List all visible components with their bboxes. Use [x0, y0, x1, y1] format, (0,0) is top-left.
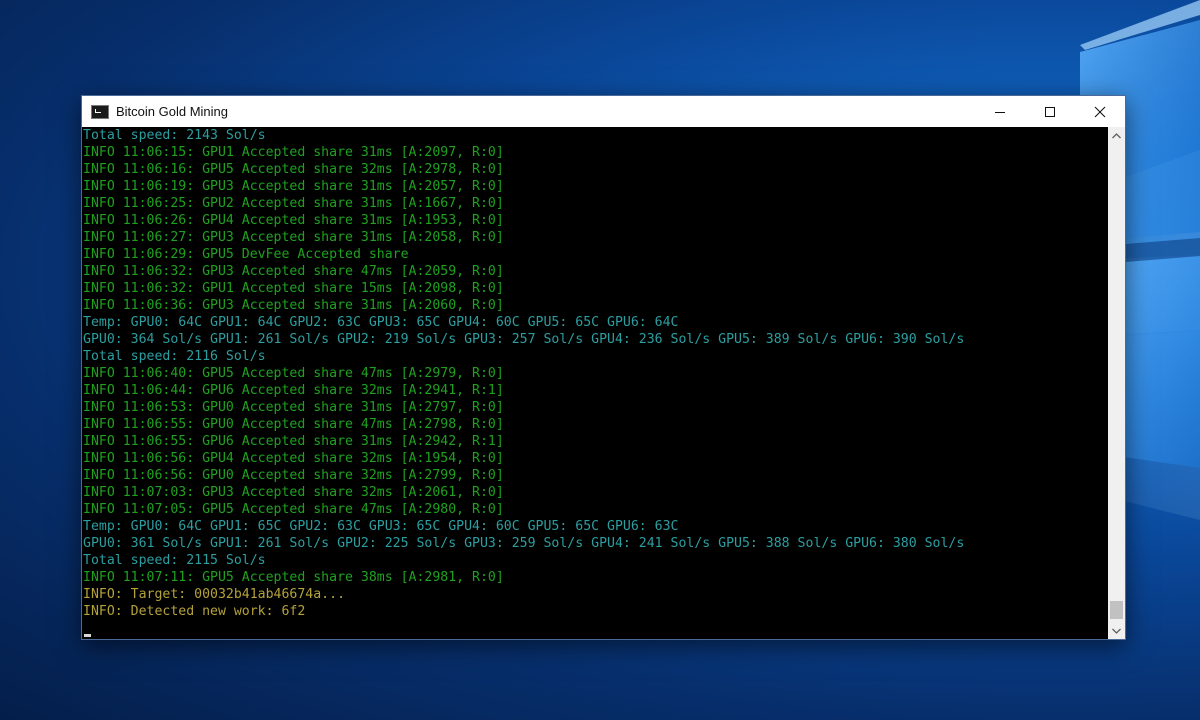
console-line: INFO 11:06:40: GPU5 Accepted share 47ms … — [83, 366, 504, 381]
console-line: INFO 11:07:03: GPU3 Accepted share 32ms … — [83, 485, 504, 500]
console-line: INFO 11:06:32: GPU3 Accepted share 47ms … — [83, 264, 504, 279]
maximize-button[interactable] — [1025, 96, 1075, 127]
scroll-up-button[interactable] — [1108, 127, 1125, 144]
title-bar[interactable]: Bitcoin Gold Mining — [82, 96, 1125, 127]
console-line: INFO 11:06:55: GPU6 Accepted share 31ms … — [83, 434, 504, 449]
chevron-down-icon — [1112, 628, 1121, 634]
console-line: Total speed: 2116 Sol/s — [83, 349, 266, 364]
close-button[interactable] — [1075, 96, 1125, 127]
console-line: GPU0: 361 Sol/s GPU1: 261 Sol/s GPU2: 22… — [83, 536, 965, 551]
window-title: Bitcoin Gold Mining — [116, 104, 228, 119]
console-line: Total speed: 2115 Sol/s — [83, 553, 266, 568]
console-line: INFO 11:06:29: GPU5 DevFee Accepted shar… — [83, 247, 409, 262]
console-window[interactable]: Bitcoin Gold Mining Total speed: 2143 So… — [81, 95, 1126, 640]
console-output[interactable]: Total speed: 2143 Sol/s INFO 11:06:15: GP… — [82, 127, 1108, 639]
maximize-icon — [1045, 106, 1055, 117]
minimize-button[interactable] — [975, 96, 1025, 127]
text-cursor — [84, 634, 91, 637]
console-line: INFO 11:06:16: GPU5 Accepted share 32ms … — [83, 162, 504, 177]
chevron-up-icon — [1112, 132, 1121, 138]
console-line: INFO 11:07:11: GPU5 Accepted share 38ms … — [83, 570, 504, 585]
console-line: INFO 11:06:19: GPU3 Accepted share 31ms … — [83, 179, 504, 194]
console-line: INFO 11:06:36: GPU3 Accepted share 31ms … — [83, 298, 504, 313]
vertical-scrollbar[interactable] — [1108, 127, 1125, 639]
console-line: INFO 11:07:05: GPU5 Accepted share 47ms … — [83, 502, 504, 517]
close-icon — [1094, 106, 1106, 117]
console-line: INFO 11:06:26: GPU4 Accepted share 31ms … — [83, 213, 504, 228]
console-icon[interactable] — [91, 104, 109, 119]
scroll-thumb[interactable] — [1110, 601, 1123, 619]
minimize-icon — [995, 111, 1005, 113]
console-line: INFO 11:06:32: GPU1 Accepted share 15ms … — [83, 281, 504, 296]
console-line: GPU0: 364 Sol/s GPU1: 261 Sol/s GPU2: 21… — [83, 332, 965, 347]
console-line: Total speed: 2143 Sol/s — [83, 128, 266, 143]
window-controls — [975, 96, 1125, 127]
console-line: INFO 11:06:15: GPU1 Accepted share 31ms … — [83, 145, 504, 160]
console-line: INFO 11:06:56: GPU0 Accepted share 32ms … — [83, 468, 504, 483]
console-line: INFO: Detected new work: 6f2 — [83, 604, 306, 619]
console-line: INFO 11:06:27: GPU3 Accepted share 31ms … — [83, 230, 504, 245]
console-line: INFO 11:06:53: GPU0 Accepted share 31ms … — [83, 400, 504, 415]
console-line: INFO: Target: 00032b41ab46674a... — [83, 587, 346, 602]
console-line: Temp: GPU0: 64C GPU1: 64C GPU2: 63C GPU3… — [83, 315, 679, 330]
console-line: INFO 11:06:55: GPU0 Accepted share 47ms … — [83, 417, 504, 432]
console-line: Temp: GPU0: 64C GPU1: 65C GPU2: 63C GPU3… — [83, 519, 679, 534]
console-line: INFO 11:06:25: GPU2 Accepted share 31ms … — [83, 196, 504, 211]
console-line: INFO 11:06:56: GPU4 Accepted share 32ms … — [83, 451, 504, 466]
console-line: INFO 11:06:44: GPU6 Accepted share 32ms … — [83, 383, 504, 398]
scroll-down-button[interactable] — [1108, 622, 1125, 639]
